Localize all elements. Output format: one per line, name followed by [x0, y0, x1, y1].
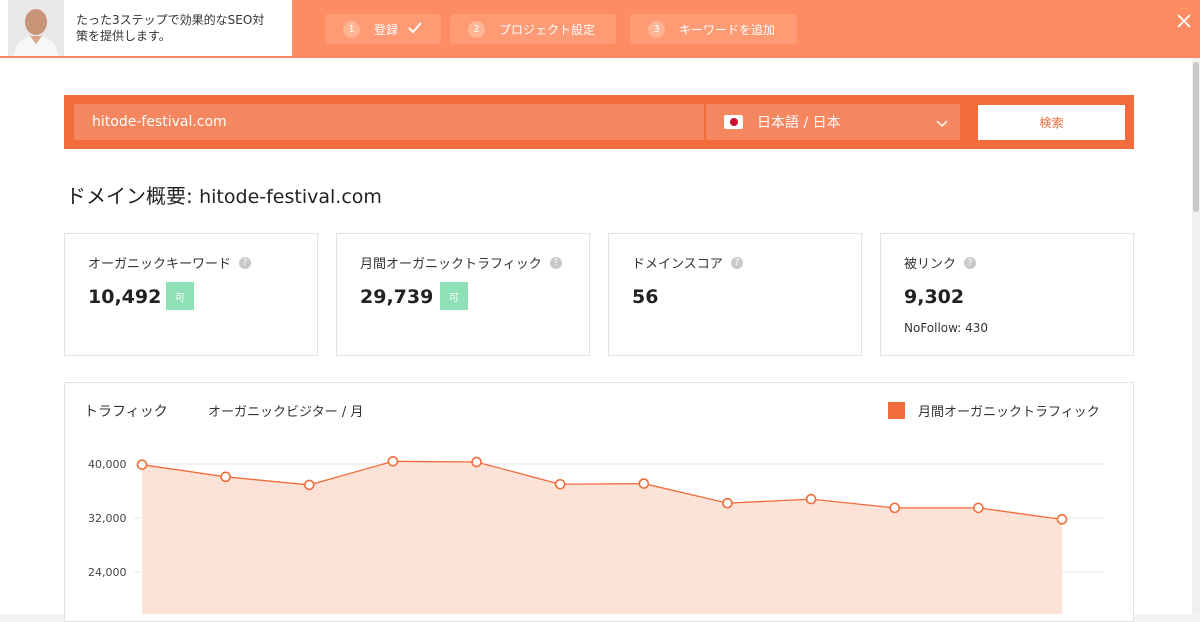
check-icon [408, 21, 422, 37]
search-button[interactable]: 検索 [978, 105, 1125, 140]
language-select[interactable]: 日本語 / 日本 [706, 104, 960, 140]
y-tick-label: 24,000 [88, 566, 127, 579]
metric-label: 月間オーガニックトラフィック [360, 257, 542, 272]
data-point[interactable] [973, 502, 984, 514]
language-label: 日本語 / 日本 [757, 115, 841, 131]
onboarding-intro-text: たった3ステップで効果的なSEO対策を提供します。 [76, 13, 265, 43]
chart-legend[interactable]: 月間オーガニックトラフィック [888, 401, 1100, 420]
data-point[interactable] [220, 471, 231, 483]
domain-input[interactable]: hitode-festival.com [74, 104, 704, 140]
close-icon [1177, 14, 1191, 28]
metric-label: オーガニックキーワード [88, 257, 232, 272]
scrollbar-thumb[interactable] [1193, 62, 1199, 212]
close-button[interactable] [1172, 9, 1196, 33]
data-point[interactable] [805, 493, 817, 505]
data-point[interactable] [387, 455, 399, 467]
step-label: キーワードを追加 [679, 22, 776, 37]
metric-value: 9,302 [904, 286, 965, 308]
step-add-keywords[interactable]: 3 キーワードを追加 [630, 14, 797, 44]
step-project-settings[interactable]: 2 プロジェクト設定 [450, 14, 616, 44]
data-point[interactable] [889, 502, 901, 514]
metric-card-domain-score: ドメインスコア? 56 [608, 233, 862, 356]
step-register[interactable]: 1 登録 [325, 14, 441, 44]
traffic-chart: 40,000 32,000 24,000 [88, 455, 1104, 614]
status-badge: 可 [440, 282, 468, 310]
status-badge: 可 [166, 282, 194, 310]
metric-card-backlinks: 被リンク? 9,302 NoFollow: 430 [880, 233, 1134, 356]
data-point[interactable] [638, 478, 650, 489]
metric-value: 29,739 [360, 286, 434, 308]
help-icon[interactable]: ? [549, 256, 562, 269]
step-label: 登録 [374, 22, 399, 37]
data-point[interactable] [554, 478, 566, 490]
y-tick-label: 32,000 [88, 512, 127, 525]
chart-title: トラフィック [84, 404, 168, 420]
help-icon[interactable]: ? [964, 256, 977, 269]
chevron-down-icon [936, 116, 948, 132]
help-icon[interactable]: ? [730, 256, 743, 269]
metric-card-organic-traffic: 月間オーガニックトラフィック? 29,739 可 [336, 233, 590, 356]
metric-card-organic-keywords: オーガニックキーワード? 10,492 可 [64, 233, 318, 356]
data-point[interactable] [722, 497, 733, 509]
step-number: 1 [343, 20, 360, 38]
metric-value: 56 [632, 286, 659, 308]
onboarding-intro: たった3ステップで効果的なSEO対策を提供します。 [0, 0, 292, 56]
page-title: ドメイン概要: hitode-festival.com [66, 180, 382, 209]
metric-label: 被リンク [904, 257, 957, 272]
legend-label: 月間オーガニックトラフィック [918, 405, 1100, 420]
japan-flag-icon [724, 115, 743, 129]
step-number: 2 [468, 20, 485, 38]
nofollow-count: NoFollow: 430 [904, 321, 989, 335]
data-point[interactable] [1056, 514, 1068, 525]
legend-swatch [888, 402, 905, 419]
metric-label: ドメインスコア [632, 257, 723, 272]
page-title-domain: hitode-festival.com [199, 186, 382, 208]
metric-value: 10,492 [88, 286, 162, 308]
page-title-prefix: ドメイン概要: [66, 184, 193, 208]
avatar [8, 0, 64, 56]
help-icon[interactable]: ? [239, 256, 252, 269]
step-number: 3 [648, 20, 665, 38]
chart-subtitle: オーガニックビジター / 月 [208, 405, 364, 420]
y-tick-label: 40,000 [88, 458, 127, 471]
data-point[interactable] [471, 456, 482, 468]
step-label: プロジェクト設定 [499, 22, 596, 37]
data-point[interactable] [136, 459, 148, 470]
data-point[interactable] [303, 479, 315, 491]
